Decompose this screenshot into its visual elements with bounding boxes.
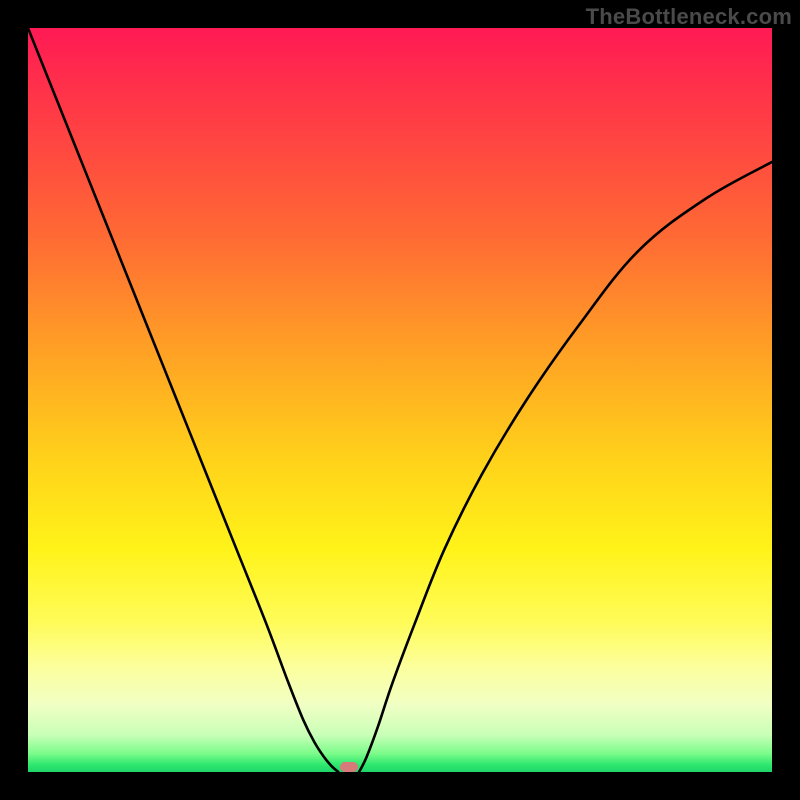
curve-layer	[28, 28, 772, 772]
minimum-marker	[340, 762, 358, 772]
curve-right-branch	[359, 162, 772, 772]
plot-area	[28, 28, 772, 772]
outer-frame: TheBottleneck.com	[0, 0, 800, 800]
curve-left-branch	[28, 28, 338, 772]
watermark-text: TheBottleneck.com	[586, 4, 792, 30]
